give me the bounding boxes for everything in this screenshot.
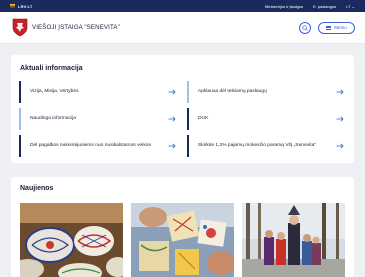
arrow-right-icon [336, 89, 344, 95]
menu-label: Meniu [334, 25, 347, 30]
chevron-down-icon: ⌄ [351, 3, 355, 9]
lithuania-flag-icon [10, 4, 15, 8]
news-image-celebration[interactable] [242, 203, 345, 277]
search-button[interactable] [299, 21, 311, 34]
tile-label: Vizija, Misija, Vertybės [30, 89, 79, 94]
arrow-right-icon [168, 143, 176, 149]
tile-label: Apklausa dėl teikiamų paslaugų [198, 89, 267, 94]
tile-label: Naudinga informacija [30, 116, 76, 121]
info-tile-vision[interactable]: Vizija, Misija, Vertybės [19, 81, 182, 103]
current-info-section: Aktuali informacija Vizija, Misija, Vert… [11, 55, 354, 163]
section-title: Naujienos [20, 185, 54, 192]
info-tile-useful-info[interactable]: Naudinga informacija [19, 108, 182, 130]
celebration-photo [242, 203, 345, 277]
hamburger-icon [326, 25, 332, 30]
org-name: VIEŠOJI ĮSTAIGA "SENEVITA" [32, 24, 120, 31]
menu-button[interactable]: Meniu [318, 21, 355, 34]
tile-label: Skirkite 1,2% pajamų mokesčio paramą VšĮ… [198, 143, 316, 148]
info-tile-faq[interactable]: DUK [187, 108, 350, 130]
news-section: Naujienos [11, 177, 354, 277]
easter-eggs-photo [20, 203, 123, 277]
arrow-right-icon [336, 143, 344, 149]
ministries-link[interactable]: Ministerijos ir įstaigos [265, 4, 303, 9]
language-selector[interactable]: LT ⌄ [346, 4, 355, 9]
eservices-link[interactable]: E. paslaugos [313, 4, 336, 9]
info-tile-tax-support[interactable]: Skirkite 1,2% pajamų mokesčio paramą VšĮ… [187, 135, 350, 157]
arrow-right-icon [168, 116, 176, 122]
home-link[interactable]: VIEŠOJI ĮSTAIGA "SENEVITA" [12, 18, 120, 37]
news-image-easter-eggs[interactable] [20, 203, 123, 277]
gov-portal-label: LRV.LT [18, 3, 33, 9]
top-bar: LRV.LT Ministerijos ir įstaigos E. pasla… [0, 0, 365, 12]
tile-label: DUK [198, 116, 209, 121]
news-image-crafts[interactable] [131, 203, 234, 277]
crafts-photo [131, 203, 234, 277]
site-header: VIEŠOJI ĮSTAIGA "SENEVITA" Meniu [0, 12, 365, 44]
info-tile-survey[interactable]: Apklausa dėl teikiamų paslaugų [187, 81, 350, 103]
gov-portal-link[interactable]: LRV.LT [10, 4, 32, 9]
info-tile-victim-support[interactable]: Dėl pagalbos nukentėjusiems nuo nusikals… [19, 135, 182, 157]
language-label: LT [346, 3, 351, 9]
section-title: Aktuali informacija [20, 65, 83, 72]
arrow-right-icon [168, 89, 176, 95]
coat-of-arms-icon [12, 18, 28, 37]
search-icon [302, 24, 308, 31]
tile-label: Dėl pagalbos nukentėjusiems nuo nusikals… [30, 143, 151, 148]
arrow-right-icon [336, 116, 344, 122]
